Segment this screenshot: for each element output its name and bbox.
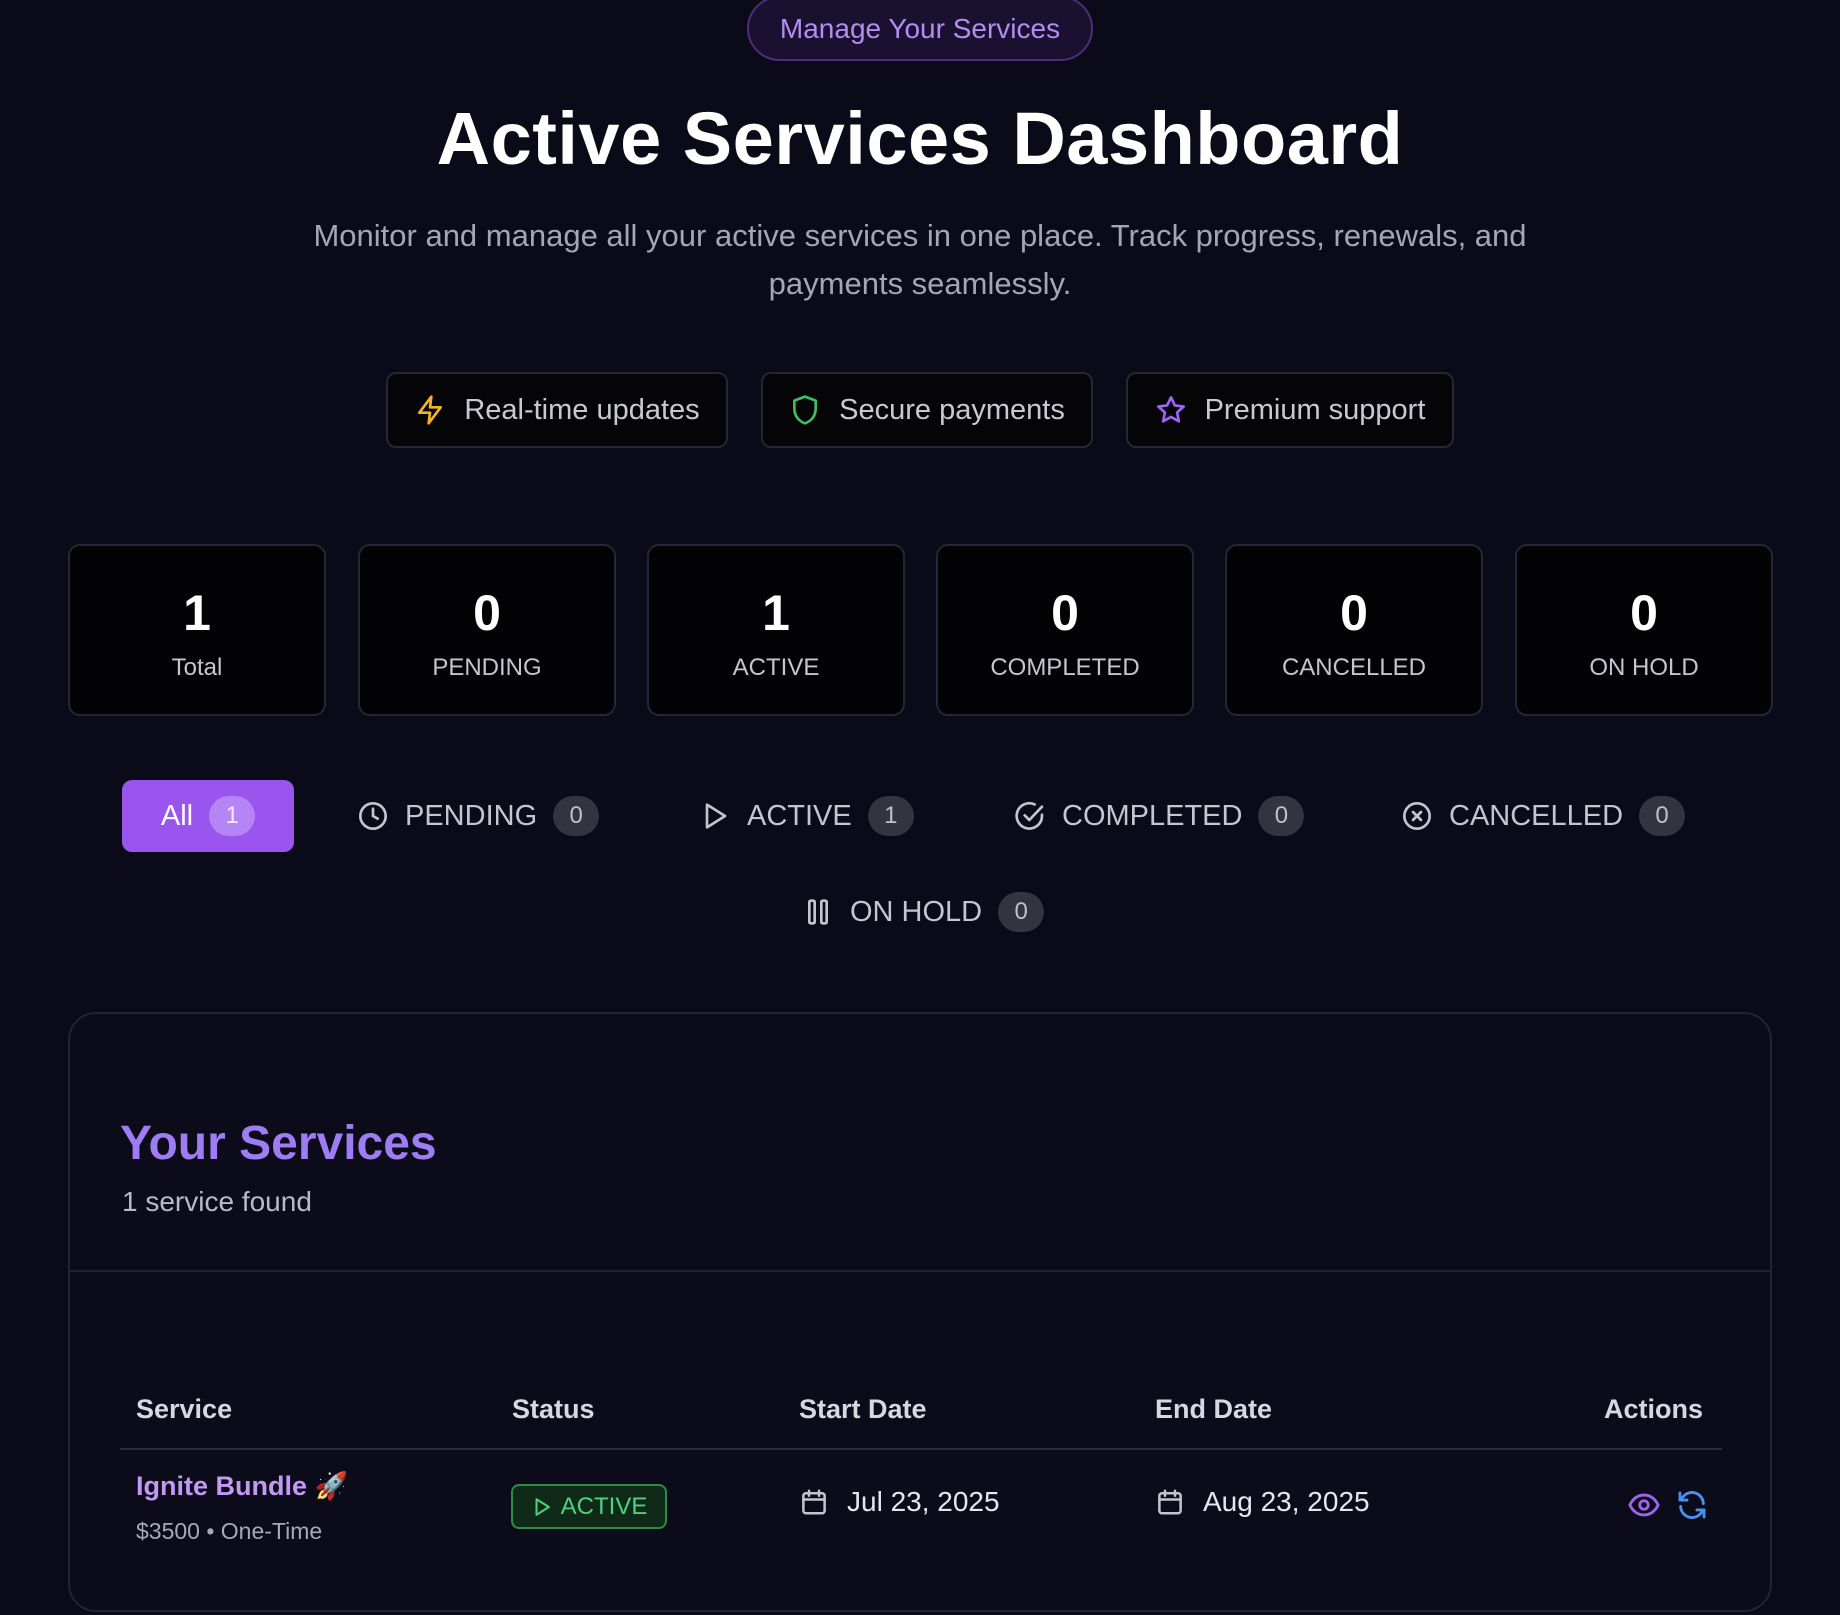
x-circle-icon bbox=[1403, 802, 1431, 830]
page-title: Active Services Dashboard bbox=[436, 97, 1404, 180]
column-header-end-date: End Date bbox=[1155, 1394, 1273, 1424]
calendar-icon bbox=[1158, 1489, 1182, 1515]
tab-count-badge: 0 bbox=[553, 796, 600, 836]
play-icon bbox=[705, 803, 727, 829]
tab-count-badge: 1 bbox=[209, 796, 256, 836]
stat-value: 1 bbox=[183, 585, 211, 641]
manage-services-badge: Manage Your Services bbox=[747, 0, 1093, 61]
lightning-icon bbox=[418, 395, 443, 425]
feature-realtime-updates: Real-time updates bbox=[386, 372, 728, 448]
status-label: ACTIVE bbox=[560, 1492, 648, 1520]
stat-card-on-hold: 0 ON HOLD bbox=[1515, 544, 1773, 716]
feature-label: Real-time updates bbox=[464, 393, 700, 426]
tab-label: COMPLETED bbox=[1062, 799, 1243, 832]
start-date: Jul 23, 2025 bbox=[847, 1486, 1000, 1517]
stat-card-cancelled: 0 CANCELLED bbox=[1225, 544, 1483, 716]
dashboard-page: Manage Your Services Active Services Das… bbox=[0, 0, 1840, 1615]
refresh-icon[interactable] bbox=[1675, 1488, 1709, 1522]
check-circle-icon bbox=[1015, 801, 1044, 830]
calendar-icon bbox=[802, 1489, 826, 1515]
table-header-divider bbox=[120, 1448, 1722, 1450]
tab-count-badge: 0 bbox=[998, 892, 1045, 932]
tab-all[interactable]: All 1 bbox=[122, 780, 294, 852]
tab-label: CANCELLED bbox=[1449, 799, 1624, 832]
clock-icon bbox=[359, 802, 387, 830]
services-panel: Your Services 1 service found Service St… bbox=[68, 1012, 1772, 1612]
stat-card-completed: 0 COMPLETED bbox=[936, 544, 1194, 716]
eye-icon[interactable] bbox=[1627, 1488, 1661, 1522]
stat-label: ACTIVE bbox=[732, 654, 820, 681]
page-subtitle: Monitor and manage all your active servi… bbox=[313, 218, 1527, 301]
stat-value: 1 bbox=[762, 585, 790, 641]
column-header-service: Service bbox=[136, 1394, 233, 1424]
service-name: Ignite Bundle 🚀 bbox=[136, 1471, 349, 1501]
stat-value: 0 bbox=[1630, 585, 1658, 641]
stat-value: 0 bbox=[473, 585, 501, 641]
play-icon bbox=[535, 1497, 550, 1516]
stat-card-total: 1 Total bbox=[68, 544, 326, 716]
tab-count-badge: 1 bbox=[867, 796, 914, 836]
stat-label: CANCELLED bbox=[1281, 654, 1427, 681]
stat-label: PENDING bbox=[432, 654, 542, 681]
feature-secure-payments: Secure payments bbox=[761, 372, 1093, 448]
tab-label: All bbox=[160, 799, 194, 832]
stat-label: Total bbox=[171, 654, 223, 681]
tab-active[interactable]: ACTIVE 1 bbox=[699, 780, 914, 852]
tab-cancelled[interactable]: CANCELLED 0 bbox=[1401, 780, 1686, 852]
feature-label: Premium support bbox=[1204, 393, 1426, 426]
stat-label: ON HOLD bbox=[1589, 654, 1699, 681]
column-header-start-date: Start Date bbox=[799, 1394, 927, 1424]
pause-icon bbox=[808, 899, 828, 925]
end-date-cell: Aug 23, 2025 bbox=[1155, 1486, 1370, 1518]
star-icon bbox=[1156, 396, 1185, 423]
column-header-status: Status bbox=[512, 1394, 595, 1424]
column-header-actions: Actions bbox=[1604, 1394, 1704, 1424]
tab-pending[interactable]: PENDING 0 bbox=[357, 780, 600, 852]
tab-completed[interactable]: COMPLETED 0 bbox=[1014, 780, 1305, 852]
stat-card-active: 1 ACTIVE bbox=[647, 544, 905, 716]
service-meta: $3500 • One-Time bbox=[136, 1518, 323, 1544]
tab-label: PENDING bbox=[405, 799, 538, 832]
panel-divider bbox=[70, 1270, 1770, 1272]
tab-label: ACTIVE bbox=[747, 799, 852, 832]
feature-premium-support: Premium support bbox=[1126, 372, 1454, 448]
services-panel-title: Your Services bbox=[120, 1117, 437, 1170]
stat-value: 0 bbox=[1340, 585, 1368, 641]
services-count: 1 service found bbox=[122, 1186, 312, 1217]
tab-count-badge: 0 bbox=[1639, 796, 1686, 836]
stat-label: COMPLETED bbox=[990, 654, 1140, 681]
tab-on-hold[interactable]: ON HOLD 0 bbox=[802, 876, 1045, 948]
end-date: Aug 23, 2025 bbox=[1203, 1486, 1370, 1517]
tab-count-badge: 0 bbox=[1258, 796, 1305, 836]
status-badge: ACTIVE bbox=[511, 1484, 667, 1529]
shield-icon bbox=[793, 395, 818, 425]
stat-value: 0 bbox=[1051, 585, 1079, 641]
tab-label: ON HOLD bbox=[850, 895, 983, 928]
stat-card-pending: 0 PENDING bbox=[358, 544, 616, 716]
start-date-cell: Jul 23, 2025 bbox=[799, 1486, 1000, 1518]
feature-label: Secure payments bbox=[839, 393, 1065, 426]
